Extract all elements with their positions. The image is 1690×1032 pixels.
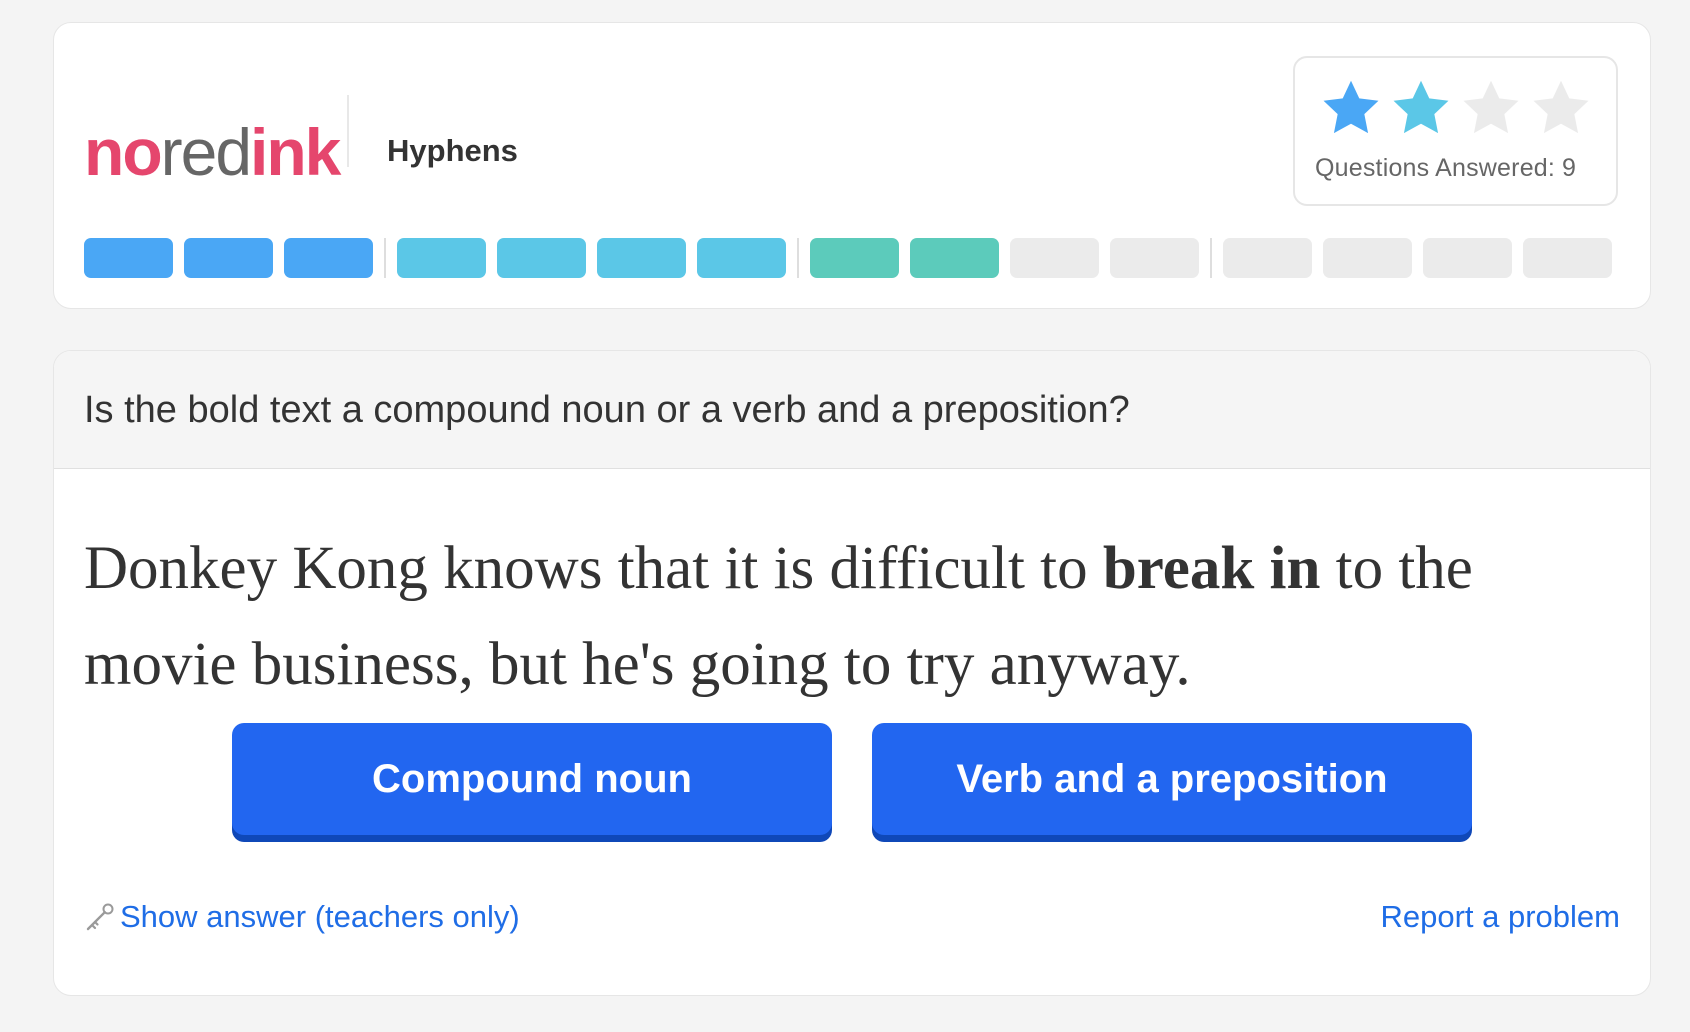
questions-answered: Questions Answered: 9 — [1315, 154, 1576, 183]
show-answer-label: Show answer (teachers only) — [120, 899, 520, 934]
progress-segment — [284, 238, 373, 278]
progress-segment — [1010, 238, 1099, 278]
sentence-bold-text: break in — [1102, 535, 1321, 602]
show-answer-link[interactable]: Show answer (teachers only) — [84, 899, 520, 935]
progress-segment — [1223, 238, 1312, 278]
question-card: Is the bold text a compound noun or a ve… — [53, 350, 1651, 996]
progress-bar — [84, 238, 1619, 278]
star-empty-icon — [1463, 80, 1519, 134]
progress-segment — [84, 238, 173, 278]
question-prompt: Is the bold text a compound noun or a ve… — [84, 389, 1130, 431]
questions-answered-count: 9 — [1562, 154, 1576, 182]
logo-part-ink: ink — [250, 115, 341, 189]
progress-segment — [1423, 238, 1512, 278]
topic-title: Hyphens — [387, 133, 518, 168]
progress-segment — [597, 238, 686, 278]
logo-part-red: red — [160, 115, 252, 189]
verb-and-preposition-button[interactable]: Verb and a preposition — [872, 723, 1472, 835]
progress-group-divider — [797, 238, 799, 278]
progress-segment — [184, 238, 273, 278]
questions-answered-label: Questions Answered: — [1315, 154, 1556, 182]
star-icon — [1393, 80, 1449, 134]
progress-segment — [1323, 238, 1412, 278]
noredink-logo[interactable]: noredink — [84, 119, 341, 185]
progress-group-divider — [384, 238, 386, 278]
progress-group-divider — [1210, 238, 1212, 278]
progress-segment — [397, 238, 486, 278]
question-sentence: Donkey Kong knows that it is difficult t… — [84, 521, 1629, 713]
report-problem-link[interactable]: Report a problem — [1380, 899, 1620, 935]
logo-part-no: no — [84, 115, 163, 189]
key-icon — [86, 903, 114, 931]
progress-segment — [497, 238, 586, 278]
stars-panel: Questions Answered: 9 — [1293, 56, 1618, 206]
sentence-before: Donkey Kong knows that it is difficult t… — [84, 535, 1103, 602]
progress-segment — [910, 238, 999, 278]
star-empty-icon — [1533, 80, 1589, 134]
progress-segment — [810, 238, 899, 278]
star-icon — [1323, 80, 1379, 134]
progress-segment — [697, 238, 786, 278]
header-card: noredink Hyphens Questions Answered: 9 — [53, 22, 1651, 309]
star-rating — [1319, 76, 1593, 140]
progress-segment — [1110, 238, 1199, 278]
prompt-bar: Is the bold text a compound noun or a ve… — [54, 351, 1650, 469]
header-divider — [347, 95, 349, 167]
progress-segment — [1523, 238, 1612, 278]
compound-noun-button[interactable]: Compound noun — [232, 723, 832, 835]
